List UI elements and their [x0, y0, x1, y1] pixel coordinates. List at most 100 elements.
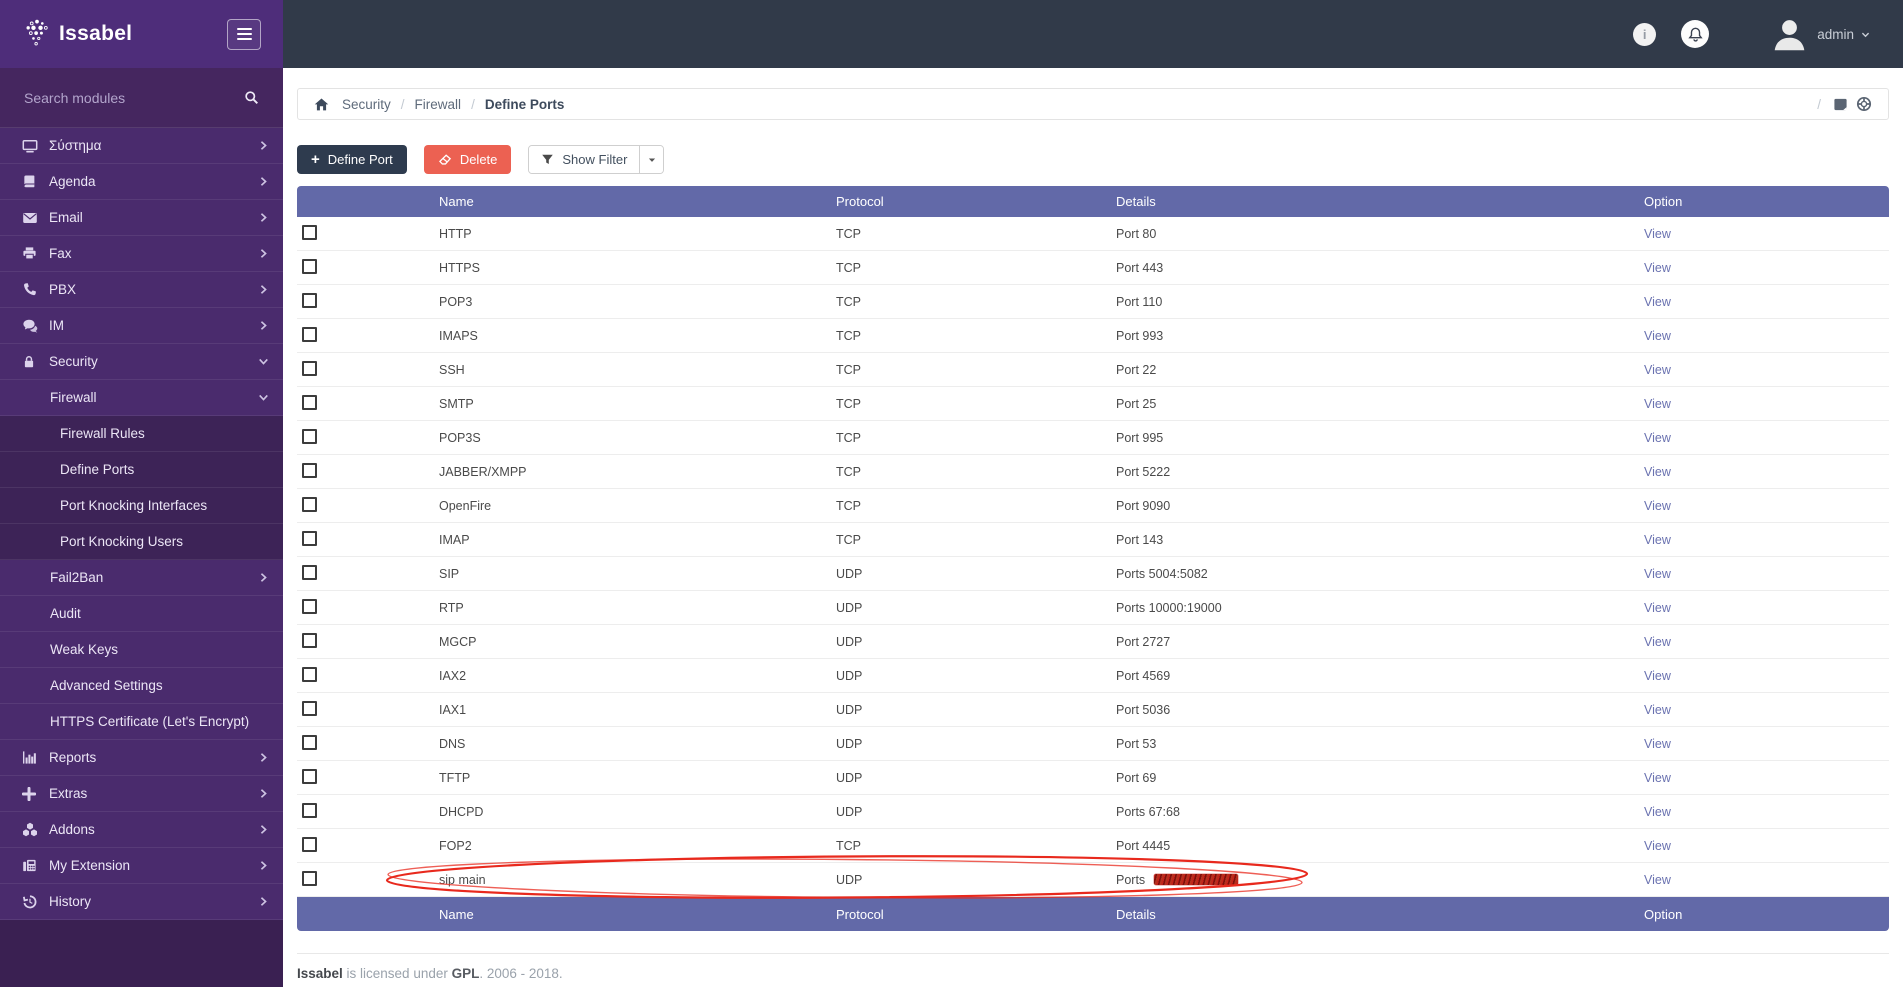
sidebar-item-advanced-settings[interactable]: Advanced Settings: [0, 668, 283, 704]
sidebar-item-my-extension[interactable]: My Extension: [0, 848, 283, 884]
search-input[interactable]: [24, 89, 244, 106]
sidebar-item-define-ports[interactable]: Define Ports: [0, 452, 283, 488]
view-link[interactable]: View: [1644, 533, 1671, 547]
sidebar-item-security[interactable]: Security: [0, 344, 283, 380]
view-link[interactable]: View: [1644, 397, 1671, 411]
phone-icon: [22, 282, 39, 297]
sidebar-item-[interactable]: Σύστημα: [0, 128, 283, 164]
view-link[interactable]: View: [1644, 363, 1671, 377]
view-link[interactable]: View: [1644, 227, 1671, 241]
view-link[interactable]: View: [1644, 839, 1671, 853]
sidebar-item-extras[interactable]: Extras: [0, 776, 283, 812]
row-checkbox[interactable]: [302, 700, 317, 716]
view-link[interactable]: View: [1644, 669, 1671, 683]
view-link[interactable]: View: [1644, 465, 1671, 479]
sidebar-item-agenda[interactable]: Agenda: [0, 164, 283, 200]
row-checkbox[interactable]: [302, 632, 317, 648]
user-menu[interactable]: admin: [1771, 16, 1871, 53]
book-icon: [22, 174, 39, 189]
view-link[interactable]: View: [1644, 873, 1671, 887]
sidebar-item-email[interactable]: Email: [0, 200, 283, 236]
breadcrumb-link-security[interactable]: Security: [342, 97, 391, 112]
row-checkbox[interactable]: [302, 360, 317, 376]
table-row-https: HTTPS TCP Port 443 View: [297, 251, 1889, 285]
sidebar-item-https-certificate-let-s-encrypt[interactable]: HTTPS Certificate (Let's Encrypt): [0, 704, 283, 740]
sidebar-item-pbx[interactable]: PBX: [0, 272, 283, 308]
info-icon[interactable]: i: [1633, 22, 1657, 46]
port-name: MGCP: [439, 634, 477, 649]
row-checkbox[interactable]: [302, 598, 317, 614]
help-lifering-icon[interactable]: [1856, 96, 1872, 112]
sidebar-item-history[interactable]: History: [0, 884, 283, 920]
row-checkbox[interactable]: [302, 428, 317, 444]
port-name: IAX2: [439, 668, 467, 683]
view-link[interactable]: View: [1644, 805, 1671, 819]
chevron-right-icon: [258, 824, 269, 835]
row-checkbox[interactable]: [302, 326, 317, 342]
view-link[interactable]: View: [1644, 635, 1671, 649]
header-option: Option: [1644, 906, 1683, 922]
sidebar-item-addons[interactable]: Addons: [0, 812, 283, 848]
sidebar-item-im[interactable]: IM: [0, 308, 283, 344]
view-link[interactable]: View: [1644, 499, 1671, 513]
row-checkbox[interactable]: [302, 870, 317, 886]
logo-bar: Issabel: [0, 0, 283, 68]
filter-dropdown-caret[interactable]: [639, 146, 664, 173]
delete-button[interactable]: Delete: [423, 145, 512, 174]
view-link[interactable]: View: [1644, 567, 1671, 581]
row-checkbox[interactable]: [302, 224, 317, 240]
chevron-down-icon: [258, 392, 269, 403]
row-checkbox[interactable]: [302, 292, 317, 308]
checkbox-cell: [297, 258, 439, 277]
breadcrumb-link-firewall[interactable]: Firewall: [415, 97, 462, 112]
view-link[interactable]: View: [1644, 737, 1671, 751]
row-checkbox[interactable]: [302, 258, 317, 274]
search-icon[interactable]: [244, 90, 259, 105]
sidebar-item-label: History: [49, 894, 92, 909]
sidebar-toggle-button[interactable]: [227, 18, 261, 50]
port-protocol: TCP: [836, 464, 861, 479]
table-row-smtp: SMTP TCP Port 25 View: [297, 387, 1889, 421]
eraser-icon: [438, 153, 452, 167]
bell-icon[interactable]: [1681, 20, 1710, 48]
row-checkbox[interactable]: [302, 496, 317, 512]
footer-gpl-link[interactable]: GPL: [452, 966, 480, 981]
view-link[interactable]: View: [1644, 703, 1671, 717]
sidebar-item-firewall-rules[interactable]: Firewall Rules: [0, 416, 283, 452]
row-checkbox[interactable]: [302, 836, 317, 852]
row-checkbox[interactable]: [302, 768, 317, 784]
row-checkbox[interactable]: [302, 462, 317, 478]
port-details: Port 53: [1116, 736, 1157, 751]
row-checkbox[interactable]: [302, 394, 317, 410]
table-row-ssh: SSH TCP Port 22 View: [297, 353, 1889, 387]
define-port-button[interactable]: + Define Port: [297, 145, 407, 174]
sidebar-item-port-knocking-interfaces[interactable]: Port Knocking Interfaces: [0, 488, 283, 524]
row-checkbox[interactable]: [302, 734, 317, 750]
port-details: Port 4445: [1116, 838, 1171, 853]
option-cell: View: [1644, 839, 1889, 853]
sidebar-item-port-knocking-users[interactable]: Port Knocking Users: [0, 524, 283, 560]
sidebar-item-fax[interactable]: Fax: [0, 236, 283, 272]
view-link[interactable]: View: [1644, 771, 1671, 785]
show-filter-button[interactable]: Show Filter: [529, 146, 640, 173]
view-link[interactable]: View: [1644, 295, 1671, 309]
sidebar-item-weak-keys[interactable]: Weak Keys: [0, 632, 283, 668]
sidebar-item-audit[interactable]: Audit: [0, 596, 283, 632]
sidebar-item-fail2ban[interactable]: Fail2Ban: [0, 560, 283, 596]
view-link[interactable]: View: [1644, 329, 1671, 343]
sidebar-item-reports[interactable]: Reports: [0, 740, 283, 776]
breadcrumb-separator: /: [1817, 96, 1821, 112]
row-checkbox[interactable]: [302, 666, 317, 682]
view-link[interactable]: View: [1644, 261, 1671, 275]
home-icon[interactable]: [314, 97, 329, 112]
row-checkbox[interactable]: [302, 530, 317, 546]
view-link[interactable]: View: [1644, 601, 1671, 615]
table-row-dns: DNS UDP Port 53 View: [297, 727, 1889, 761]
sidebar-item-firewall[interactable]: Firewall: [0, 380, 283, 416]
row-checkbox[interactable]: [302, 564, 317, 580]
panel-note-icon[interactable]: [1833, 97, 1848, 112]
port-protocol: UDP: [836, 736, 863, 751]
row-checkbox[interactable]: [302, 802, 317, 818]
footer-divider: [297, 953, 1889, 954]
view-link[interactable]: View: [1644, 431, 1671, 445]
